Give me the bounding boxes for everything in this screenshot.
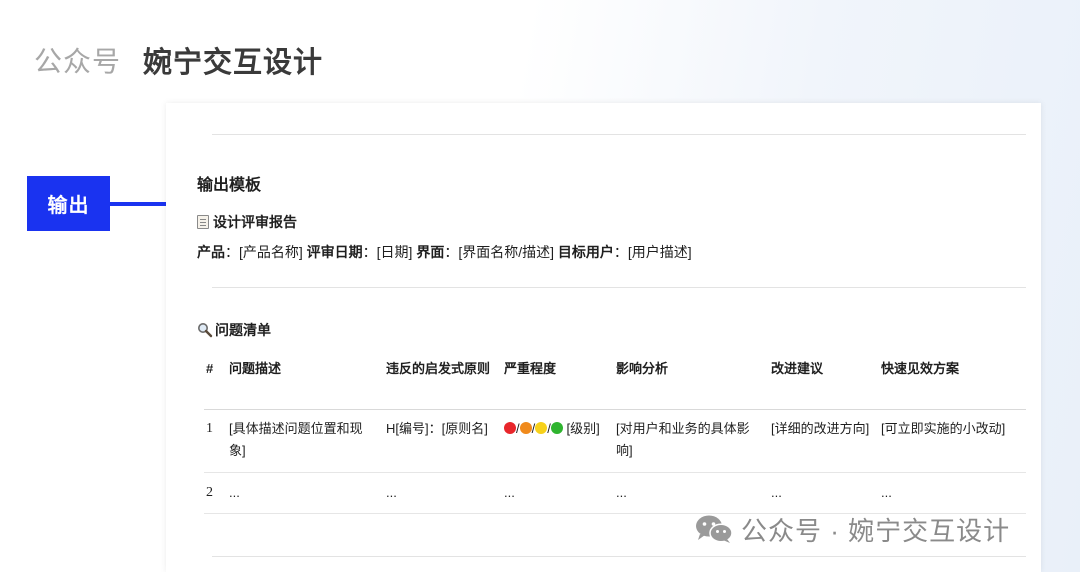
issues-heading: 问题清单	[197, 320, 271, 340]
row-impact: ...	[616, 485, 627, 500]
template-card: 输出模板 设计评审报告 产品：[产品名称] 评审日期：[日期] 界面：[界面名称…	[166, 103, 1041, 572]
header-impact: 影响分析	[616, 361, 669, 376]
issues-title: 问题清单	[215, 322, 271, 338]
user-label: 目标用户	[557, 244, 614, 260]
severity-level: [级别]	[566, 421, 600, 436]
watermark: 公众号 · 婉宁交互设计	[695, 511, 1010, 547]
header-num: #	[206, 361, 214, 376]
date-value: ：[日期]	[362, 244, 417, 260]
row-severity: ...	[504, 485, 515, 500]
row-quick-fix: ...	[881, 485, 892, 500]
ui-label: 界面	[416, 244, 445, 260]
report-meta: 产品：[产品名称] 评审日期：[日期] 界面：[界面名称/描述] 目标用户：[用…	[197, 242, 692, 262]
divider	[212, 134, 1026, 135]
user-value: ：[用户描述]	[613, 244, 692, 260]
magnifier-icon	[198, 323, 213, 338]
report-heading: 设计评审报告	[197, 212, 297, 232]
row-severity: / / / [级别]	[504, 410, 616, 472]
date-label: 评审日期	[306, 244, 363, 260]
account-label: 公众号	[34, 46, 122, 77]
row-principle: ...	[386, 485, 397, 500]
divider	[212, 287, 1026, 288]
row-num: 1	[206, 421, 213, 436]
memo-icon	[197, 215, 209, 229]
severity-orange-dot	[519, 422, 532, 434]
table-row: 1 [具体描述问题位置和现象] H[编号]：[原则名] / / / [级别] [对用…	[204, 409, 1026, 472]
ui-value: ：[界面名称/描述]	[444, 244, 558, 260]
header-severity: 严重程度	[504, 361, 557, 376]
wechat-icon	[696, 515, 733, 543]
header-principle: 违反的启发式原则	[386, 361, 491, 376]
row-suggestion: ...	[771, 485, 782, 500]
table-header-row: # 问题描述 违反的启发式原则 严重程度 影响分析 改进建议 快速见效方案	[204, 353, 1026, 409]
divider	[212, 556, 1026, 557]
row-suggestion: [详细的改进方向]	[771, 421, 870, 436]
severity-red-dot	[504, 422, 516, 434]
header: 公众号 婉宁交互设计	[34, 40, 323, 80]
table-row: 2 ... ... ... ... ... ...	[204, 472, 1026, 514]
header-suggestion: 改进建议	[771, 361, 824, 376]
severity-yellow-dot	[535, 422, 548, 434]
watermark-text: 公众号 · 婉宁交互设计	[741, 515, 1011, 546]
severity-green-dot	[550, 422, 563, 434]
row-desc: ...	[229, 485, 240, 500]
report-title: 设计评审报告	[213, 214, 297, 230]
card-content: 输出模板 设计评审报告 产品：[产品名称] 评审日期：[日期] 界面：[界面名称…	[176, 103, 1040, 572]
row-quick-fix: [可立即实施的小改动]	[881, 421, 1006, 436]
account-name: 婉宁交互设计	[143, 47, 324, 79]
header-desc: 问题描述	[229, 361, 282, 376]
product-label: 产品	[197, 244, 225, 260]
product-value: ：[产品名称]	[225, 244, 307, 260]
output-tag: 输出	[27, 176, 110, 231]
issues-table: # 问题描述 违反的启发式原则 严重程度 影响分析 改进建议 快速见效方案 1 …	[204, 353, 1026, 514]
header-quick-fix: 快速见效方案	[881, 361, 960, 376]
row-impact: [对用户和业务的具体影响]	[616, 421, 750, 458]
row-desc: [具体描述问题位置和现象]	[229, 421, 363, 458]
row-num: 2	[206, 485, 213, 500]
row-principle: H[编号]：[原则名]	[386, 421, 488, 436]
section-title: 输出模板	[197, 177, 262, 194]
